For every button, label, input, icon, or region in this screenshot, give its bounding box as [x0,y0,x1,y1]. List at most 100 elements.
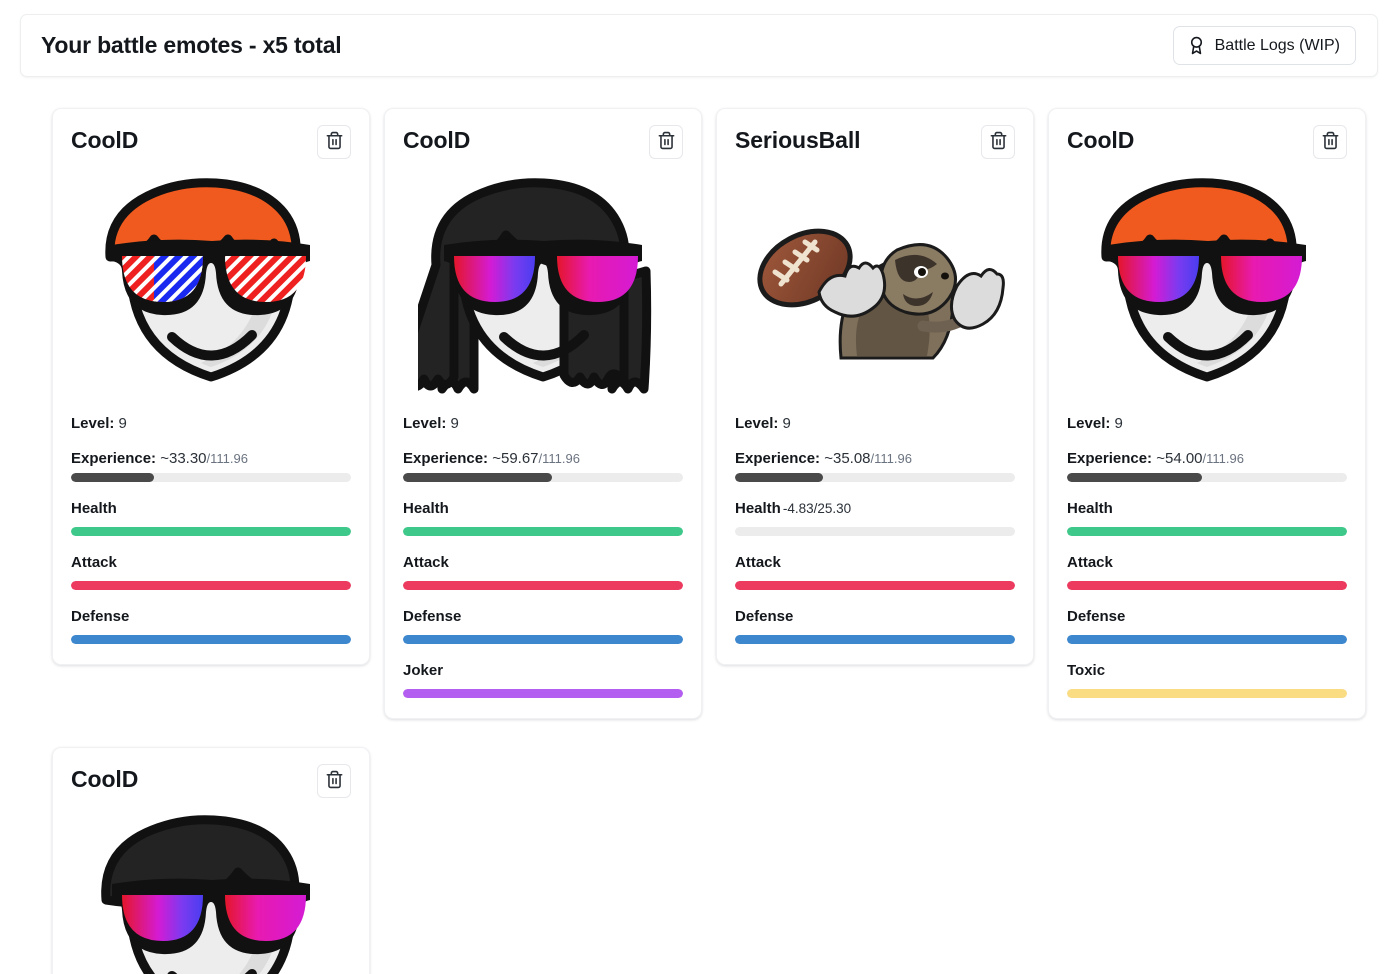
stat-bar-fill [1067,635,1347,644]
delete-emote-button[interactable] [317,764,351,798]
emote-artwork [71,800,351,974]
stat-name: Defense [1067,608,1126,625]
experience-row: Experience: ~59.67/111.96 [403,450,683,467]
stat-name: Health [1067,500,1113,517]
experience-label: Experience: [403,450,489,467]
experience-bar [735,473,1015,482]
emote-stats: Level: 9 Experience: ~33.30/111.96 Healt… [71,415,351,644]
level-value: 9 [1114,415,1123,432]
stat-block: Attack [71,554,351,590]
stat-bar-fill [71,581,351,590]
stat-bar [1067,581,1347,590]
trash-icon [657,131,676,153]
stat-block: Defense [735,608,1015,644]
stat-block: Defense [403,608,683,644]
level-row: Level: 9 [403,415,683,432]
stat-bar-fill [403,581,683,590]
emote-artwork [403,161,683,411]
stat-name: Joker [403,662,444,679]
award-icon [1187,36,1206,55]
stat-label-row: Health [71,500,351,517]
emote-card: CoolD [52,747,370,974]
stat-label-row: Attack [403,554,683,571]
card-header: SeriousBall [735,125,1015,159]
emote-name: CoolD [71,127,139,153]
emote-card: CoolD [1048,108,1366,719]
stat-block: Attack [1067,554,1347,590]
stat-name: Defense [735,608,794,625]
battle-logs-label: Battle Logs (WIP) [1214,36,1340,54]
delete-emote-button[interactable] [981,125,1015,159]
delete-emote-button[interactable] [317,125,351,159]
level-label: Level: [403,415,447,432]
stat-name: Toxic [1067,662,1106,679]
page-title: Your battle emotes - x5 total [41,32,342,58]
experience-label: Experience: [1067,450,1153,467]
experience-label: Experience: [71,450,157,467]
emote-name: CoolD [71,766,139,792]
experience-bar [1067,473,1347,482]
stat-bar-fill [71,527,351,536]
stat-label-row: Defense [1067,608,1347,625]
experience-row: Experience: ~35.08/111.96 [735,450,1015,467]
stat-name: Attack [71,554,117,571]
stat-block: Health -4.83/25.30 [735,500,1015,536]
experience-max: 111.96 [210,451,248,466]
experience-bar-fill [403,473,553,482]
emote-artwork [1067,161,1347,411]
stat-bar [403,527,683,536]
emote-card: CoolD [384,108,702,719]
experience-current: ~54.00 [1156,450,1203,467]
stat-bar [71,581,351,590]
battle-logs-button[interactable]: Battle Logs (WIP) [1172,26,1356,65]
experience-max: 111.96 [874,451,912,466]
stat-block: Joker [403,662,683,698]
battle-emotes-page: Your battle emotes - x5 total Battle Log… [0,0,1398,974]
stat-label-row: Health [1067,500,1347,517]
stat-name: Attack [1067,554,1113,571]
stat-name: Attack [735,554,781,571]
stat-bar-fill [403,635,683,644]
stat-block: Health [1067,500,1347,536]
card-header: CoolD [71,764,351,798]
experience-current: ~35.08 [824,450,871,467]
stat-label-row: Attack [71,554,351,571]
stat-label-row: Health -4.83/25.30 [735,500,1015,517]
experience-row: Experience: ~33.30/111.96 [71,450,351,467]
delete-emote-button[interactable] [1313,125,1347,159]
stat-label-row: Defense [403,608,683,625]
emote-card: CoolD [52,108,370,665]
stat-bar [735,581,1015,590]
level-value: 9 [782,415,791,432]
stat-bar-fill [735,581,1015,590]
stat-bar [71,527,351,536]
stat-bar [403,689,683,698]
stat-label-row: Defense [735,608,1015,625]
level-label: Level: [1067,415,1111,432]
experience-bar [403,473,683,482]
stat-bar-fill [1067,527,1347,536]
stat-label-row: Attack [735,554,1015,571]
stat-bar-fill [735,635,1015,644]
level-label: Level: [735,415,779,432]
level-row: Level: 9 [735,415,1015,432]
stat-bar [403,635,683,644]
emote-stats: Level: 9 Experience: ~35.08/111.96 Healt… [735,415,1015,644]
stat-name: Health [71,500,117,517]
emote-stats: Level: 9 Experience: ~54.00/111.96 Healt… [1067,415,1347,698]
stat-bar [735,527,1015,536]
level-row: Level: 9 [1067,415,1347,432]
stat-name: Health [735,500,781,517]
stat-bar [71,635,351,644]
experience-row: Experience: ~54.00/111.96 [1067,450,1347,467]
emote-artwork [735,161,1015,411]
emote-stats: Level: 9 Experience: ~59.67/111.96 Healt… [403,415,683,698]
stat-block: Health [71,500,351,536]
stat-label-row: Joker [403,662,683,679]
experience-label: Experience: [735,450,821,467]
delete-emote-button[interactable] [649,125,683,159]
stat-label-row: Defense [71,608,351,625]
stat-bar [1067,689,1347,698]
level-value: 9 [118,415,127,432]
trash-icon [325,770,344,792]
